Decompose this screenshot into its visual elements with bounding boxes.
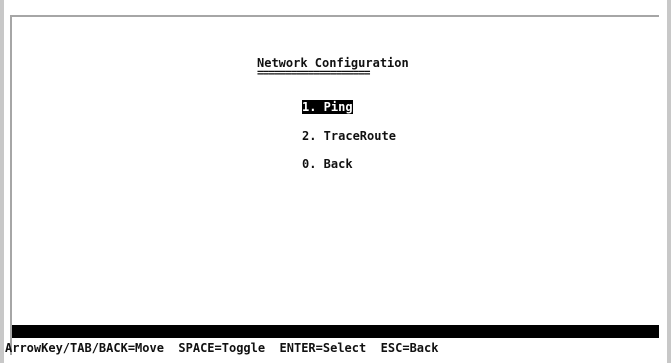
menu-item-traceroute[interactable]: 2. TraceRoute — [302, 129, 396, 143]
menu-item-ping[interactable]: 1. Ping — [302, 100, 353, 114]
menu-item-back[interactable]: 0. Back — [302, 157, 353, 171]
window-border-right — [667, 0, 671, 363]
key-help-text: ArrowKey/TAB/BACK=Move SPACE=Toggle ENTE… — [5, 341, 439, 355]
status-bar — [12, 325, 659, 338]
title-underline: ==================== — [257, 66, 370, 79]
window-border-left — [0, 0, 4, 363]
terminal-window: Network Configuration ==================… — [0, 0, 671, 363]
terminal-screen: Network Configuration ==================… — [5, 15, 659, 355]
